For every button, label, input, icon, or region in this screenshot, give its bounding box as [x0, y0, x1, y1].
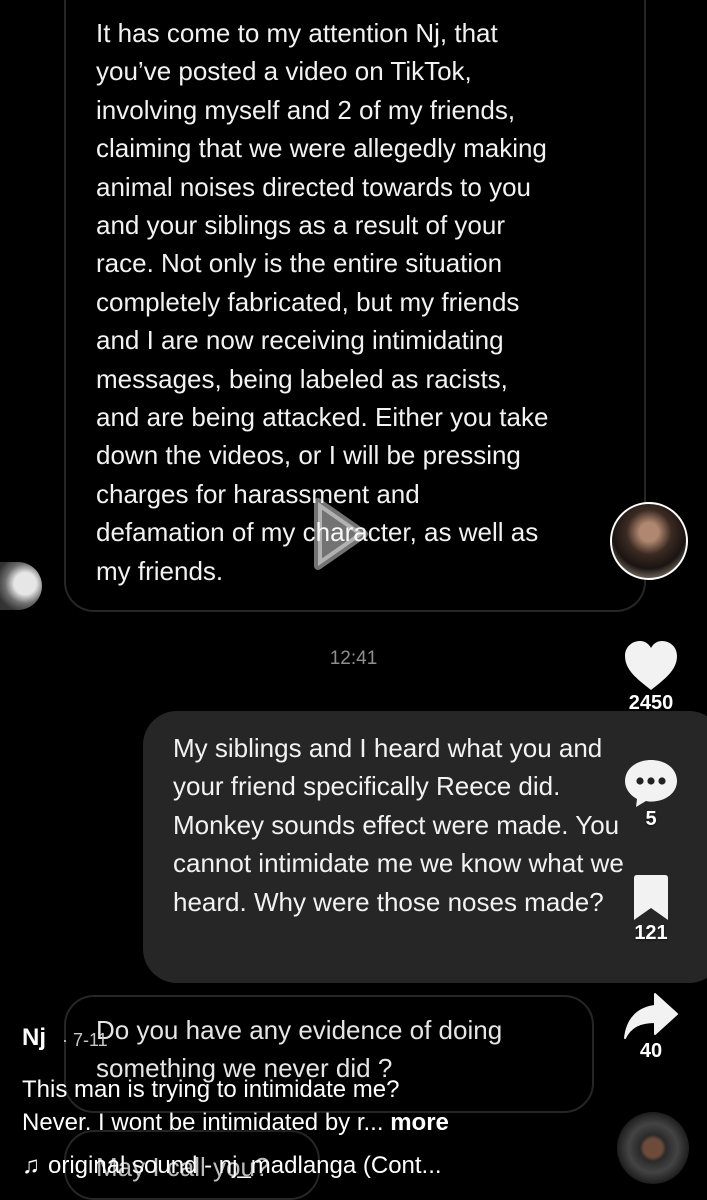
sound-link[interactable]: ♫ original sound - nj_madlanga (Cont... — [22, 1152, 582, 1180]
message-line: and your siblings as a result of your — [96, 210, 505, 241]
share-icon — [624, 993, 678, 1039]
message-line: completely fabricated, but my friends — [96, 286, 520, 317]
message-line: It has come to my attention Nj, that — [96, 18, 498, 48]
creator-username[interactable]: Nj — [22, 1024, 46, 1052]
like-button[interactable]: 2450 — [610, 640, 692, 715]
like-count: 2450 — [628, 692, 674, 714]
save-count: 121 — [634, 922, 668, 944]
message-line: involving myself and 2 of my friends, — [96, 94, 516, 125]
message-line: messages, being labeled as racists, — [96, 363, 508, 394]
sender-avatar[interactable] — [0, 562, 42, 610]
music-note-icon: ♫ — [22, 1152, 40, 1179]
heart-icon — [625, 641, 677, 690]
play-icon[interactable] — [310, 496, 370, 572]
post-time: · 7-11 — [62, 1030, 108, 1050]
message-line: and I are now receiving intimidating — [96, 325, 504, 356]
message-line: animal noises directed towards to you — [96, 171, 532, 202]
comment-count: 5 — [645, 808, 657, 830]
share-button[interactable]: 40 — [610, 992, 692, 1063]
save-button[interactable]: 121 — [610, 874, 692, 945]
message-line: and are being attacked. Either you take — [96, 402, 549, 433]
sound-disc[interactable] — [617, 1112, 689, 1184]
message-line: claiming that we were allegedly making — [96, 133, 547, 164]
message-line: you’ve posted a video on TikTok, — [96, 56, 472, 87]
message-line: down the videos, or I will be pressing — [96, 440, 521, 471]
caption-line: This man is trying to intimidate me? — [22, 1076, 400, 1103]
creator-avatar[interactable] — [610, 502, 688, 580]
sound-title: original sound - nj_madlanga (Cont... — [48, 1152, 442, 1179]
share-count: 40 — [639, 1040, 663, 1062]
comment-icon — [625, 760, 677, 807]
message-line: race. Not only is the entire situation — [96, 248, 503, 279]
message-timestamp: 12:41 — [329, 648, 378, 669]
comment-button[interactable]: 5 — [610, 758, 692, 831]
message-line: Do you have any evidence of doing — [96, 1015, 503, 1045]
bookmark-icon — [634, 875, 668, 920]
more-link[interactable]: more — [390, 1109, 449, 1136]
video-caption[interactable]: This man is trying to intimidate me? Nev… — [22, 1073, 582, 1139]
caption-line: Never. I wont be intimidated by r... — [22, 1109, 384, 1136]
